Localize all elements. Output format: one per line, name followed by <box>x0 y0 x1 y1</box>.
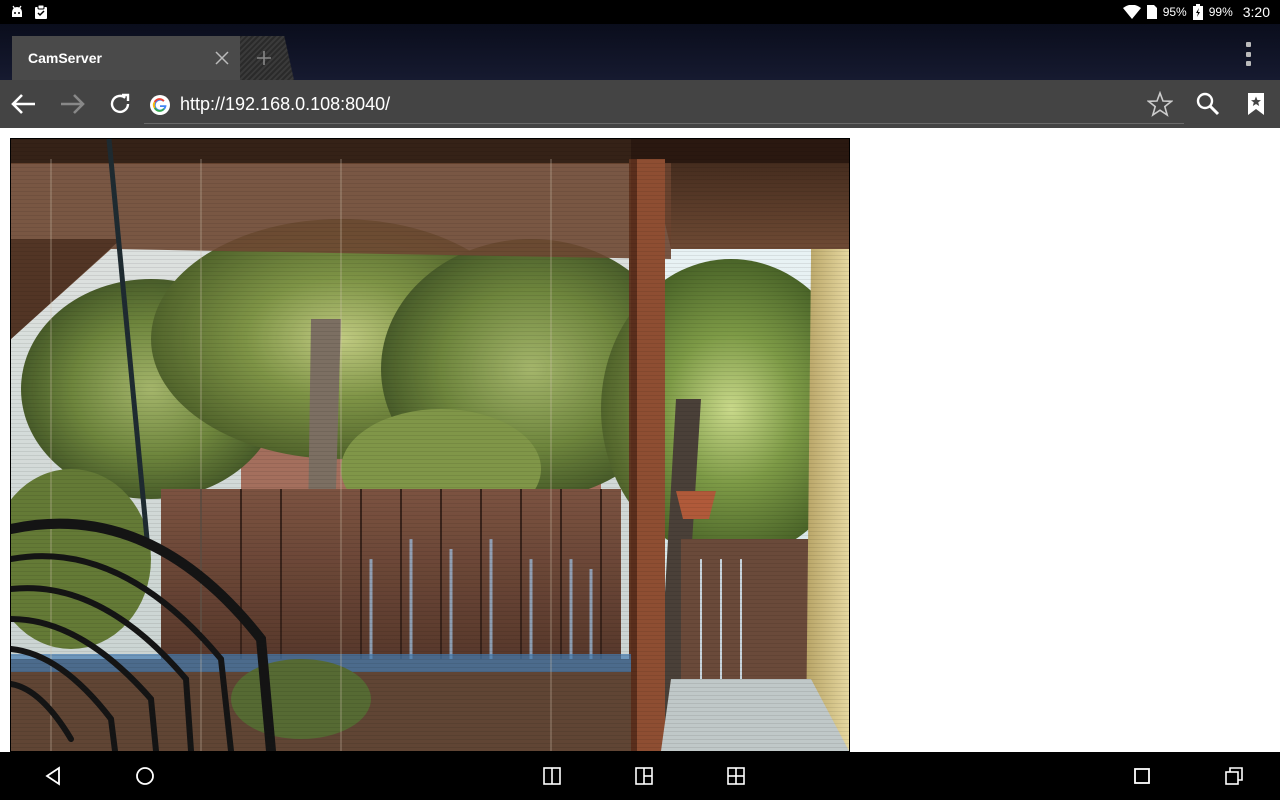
overflow-menu-icon[interactable] <box>1238 40 1258 68</box>
bookmark-star-button[interactable] <box>1136 80 1184 128</box>
browser-tab[interactable]: CamServer <box>12 36 240 80</box>
back-icon[interactable] <box>30 752 78 800</box>
page-content <box>0 128 1280 752</box>
arrow-left-icon <box>11 94 35 114</box>
multiwindow-icon[interactable] <box>1210 752 1258 800</box>
split-2-icon[interactable] <box>528 752 576 800</box>
bookmark-star-icon <box>1248 93 1264 115</box>
sim-signal-percent: 95% <box>1162 5 1187 19</box>
find-in-page-button[interactable] <box>1184 80 1232 128</box>
recents-icon[interactable] <box>1118 752 1166 800</box>
navigation-bar <box>0 752 1280 800</box>
sim-card-icon <box>1146 5 1157 19</box>
reload-icon <box>110 93 130 114</box>
url-text[interactable]: http://192.168.0.108:8040/ <box>180 94 390 115</box>
battery-percent: 99% <box>1208 5 1233 19</box>
arrow-right-icon <box>61 94 85 114</box>
clipboard-check-icon <box>34 4 48 20</box>
wifi-icon <box>1122 5 1141 19</box>
split-4-icon[interactable] <box>712 752 760 800</box>
close-tab-icon[interactable] <box>212 48 232 68</box>
bookmarks-button[interactable] <box>1232 80 1280 128</box>
split-3-icon[interactable] <box>620 752 668 800</box>
android-debug-icon <box>10 5 24 19</box>
search-icon <box>1196 92 1220 116</box>
forward-button[interactable] <box>48 80 96 128</box>
star-icon <box>1147 91 1173 117</box>
tab-strip: CamServer <box>0 24 1280 80</box>
battery-charging-icon <box>1192 4 1203 20</box>
plus-icon <box>257 51 271 65</box>
reload-button[interactable] <box>96 80 144 128</box>
status-bar: 95% 99% 3:20 <box>0 0 1280 24</box>
new-tab-button[interactable] <box>240 36 294 80</box>
address-bar[interactable]: http://192.168.0.108:8040/ <box>144 86 1184 124</box>
clock: 3:20 <box>1242 4 1270 20</box>
back-button[interactable] <box>0 80 48 128</box>
browser-toolbar: http://192.168.0.108:8040/ <box>0 80 1280 128</box>
camera-feed-image <box>10 138 850 752</box>
home-icon[interactable] <box>121 752 169 800</box>
tab-title: CamServer <box>28 50 102 66</box>
google-icon <box>150 94 170 115</box>
